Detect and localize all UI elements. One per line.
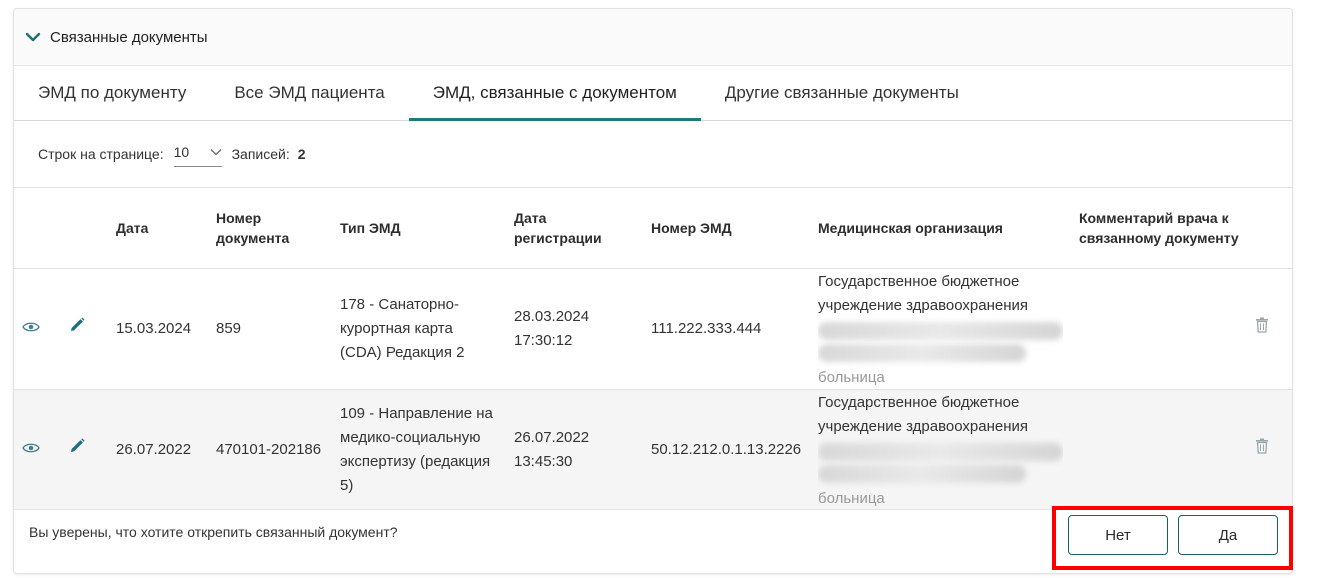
table-header-row: Дата Номер документа Тип ЭМД Дата регист… [14, 188, 1292, 269]
panel-header[interactable]: Связанные документы [14, 9, 1292, 66]
pencil-icon[interactable] [68, 316, 86, 334]
column-header-emd-type[interactable]: Тип ЭМД [332, 188, 506, 269]
cell-date: 26.07.2022 [108, 389, 208, 511]
table-row: 26.07.2022 470101-202186 109 - Направлен… [14, 389, 1292, 511]
cell-reg-date: 26.07.2022 13:45:30 [506, 389, 643, 511]
tab-other-linked-documents[interactable]: Другие связанные документы [701, 66, 983, 120]
unlink-confirm-question: Вы уверены, что хотите открепить связанн… [29, 524, 398, 540]
column-header-organization[interactable]: Медицинская организация [810, 188, 1071, 269]
rows-per-page-value: 10 [173, 143, 190, 160]
rows-per-page-select[interactable]: 10 [173, 141, 222, 167]
tab-bar: ЭМД по документу Все ЭМД пациента ЭМД, с… [14, 66, 1292, 121]
cell-emd-type: 109 - Направление на медико-социальную э… [332, 389, 506, 511]
cell-doc-number: 859 [208, 268, 332, 390]
column-header-doc-number[interactable]: Номер документа [208, 188, 332, 269]
trash-icon[interactable] [1255, 438, 1269, 454]
cell-doctor-comment [1071, 389, 1247, 511]
table-row: 15.03.2024 859 178 - Санаторно-курортная… [14, 268, 1292, 390]
organization-tail: больница [818, 489, 885, 507]
cell-emd-type: 178 - Санаторно-курортная карта (CDA) Ре… [332, 268, 506, 390]
organization-name: Государственное бюджетное учреждение здр… [818, 393, 1029, 435]
records-count: 2 [297, 146, 306, 162]
column-header-reg-date[interactable]: Дата регистрации [506, 188, 643, 269]
cell-emd-number: 111.222.333.444 [643, 268, 810, 390]
cell-doc-number: 470101-202186 [208, 389, 332, 511]
tab-emd-linked-to-document[interactable]: ЭМД, связанные с документом [408, 66, 701, 121]
linked-documents-panel: Связанные документы ЭМД по документу Все… [13, 8, 1293, 574]
column-header-emd-number[interactable]: Номер ЭМД [643, 188, 810, 269]
yes-button[interactable]: Да [1178, 515, 1278, 555]
redacted-text [818, 321, 1063, 340]
organization-name: Государственное бюджетное учреждение здр… [818, 272, 1029, 314]
column-header-date[interactable]: Дата [108, 188, 208, 269]
trash-icon[interactable] [1255, 317, 1269, 333]
organization-tail: больница [818, 368, 885, 386]
redacted-text [818, 343, 1027, 362]
column-header-doctor-comment[interactable]: Комментарий врача к связанному документу [1071, 188, 1247, 269]
chevron-down-icon [210, 148, 222, 156]
chevron-down-icon[interactable] [24, 28, 42, 46]
redacted-text [818, 442, 1063, 461]
cell-reg-date: 28.03.2024 17:30:12 [506, 268, 643, 390]
pencil-icon[interactable] [68, 437, 86, 455]
records-label: Записей: [231, 146, 290, 162]
table-toolbar: Строк на странице: 10 Записей: 2 [14, 121, 1292, 188]
no-button[interactable]: Нет [1068, 515, 1168, 555]
cell-organization: Государственное бюджетное учреждение здр… [818, 270, 1063, 388]
cell-date: 15.03.2024 [108, 268, 208, 390]
eye-icon[interactable] [22, 321, 40, 333]
cell-emd-number: 50.12.212.0.1.13.2226 [643, 389, 810, 511]
tab-all-patient-emd[interactable]: Все ЭМД пациента [210, 66, 408, 120]
cell-doctor-comment [1071, 268, 1247, 390]
cell-organization: Государственное бюджетное учреждение здр… [818, 391, 1063, 509]
tab-emd-by-document[interactable]: ЭМД по документу [14, 66, 210, 120]
panel-title: Связанные документы [50, 28, 208, 46]
redacted-text [818, 464, 1027, 483]
rows-per-page-label: Строк на странице: [38, 146, 164, 162]
eye-icon[interactable] [22, 442, 40, 454]
linked-emd-table: Дата Номер документа Тип ЭМД Дата регист… [14, 188, 1292, 511]
